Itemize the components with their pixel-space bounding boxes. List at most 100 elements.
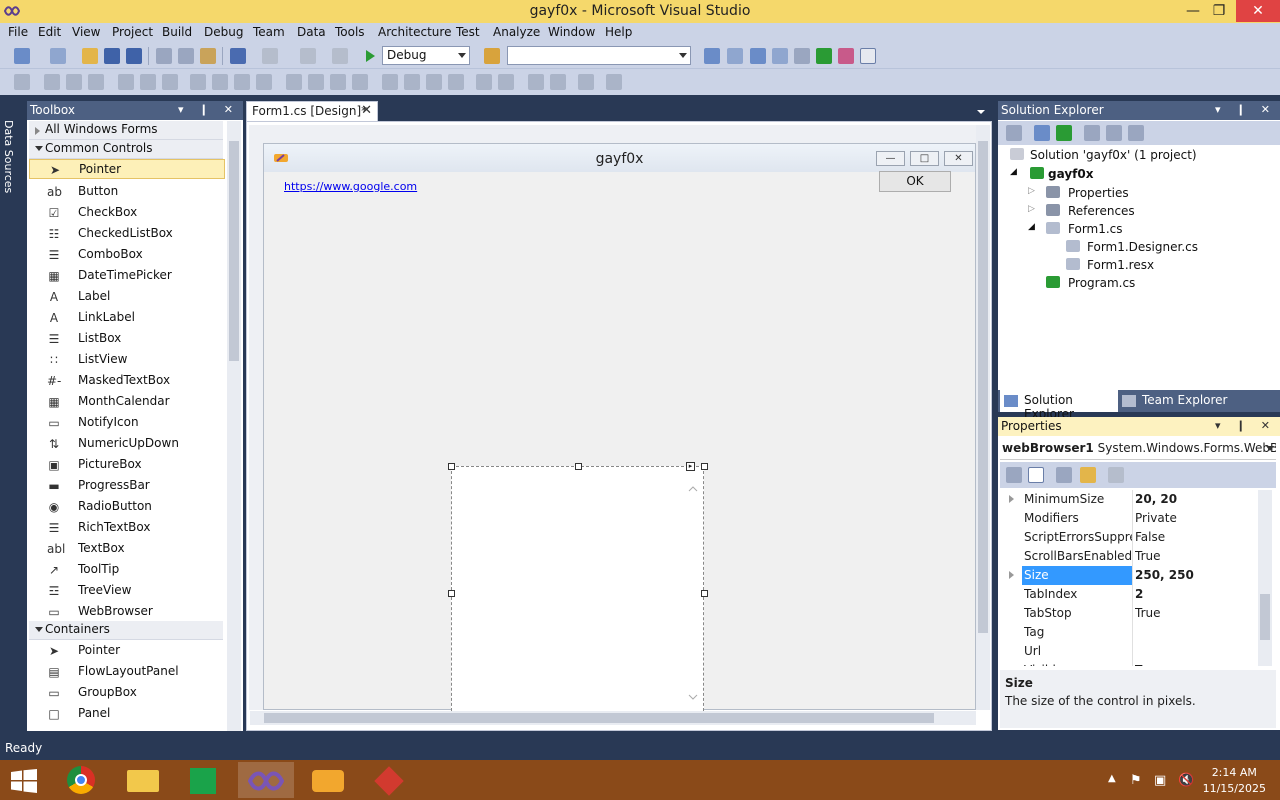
increase-horizontal-spacing-icon[interactable] (308, 74, 324, 90)
scrollbar-thumb[interactable] (264, 713, 934, 723)
object-browser-icon[interactable] (750, 48, 766, 64)
undo-icon[interactable] (230, 48, 246, 64)
property-pages-icon[interactable] (1108, 467, 1124, 483)
find-combo[interactable] (507, 46, 691, 65)
resize-handle[interactable] (575, 463, 582, 470)
align-to-grid-icon[interactable] (14, 74, 30, 90)
align-rights-icon[interactable] (88, 74, 104, 90)
property-row-scripterrorssuppressed[interactable]: ScriptErrorsSuppressedFalse (1000, 528, 1256, 547)
copy-icon[interactable] (178, 48, 194, 64)
alphabetical-icon[interactable] (1028, 467, 1044, 483)
property-value[interactable]: Private (1135, 511, 1255, 525)
menu-data[interactable]: Data (297, 25, 326, 39)
start-debugging-icon[interactable] (362, 48, 378, 64)
app-task[interactable] (362, 762, 418, 798)
vertical-spacing-icon[interactable] (382, 74, 398, 90)
toolbox-item-textbox[interactable]: abl TextBox (47, 539, 223, 559)
scrollbar-thumb[interactable] (978, 141, 988, 633)
refresh-icon[interactable] (1056, 125, 1072, 141)
expand-arrow-icon[interactable]: ▷ (1028, 204, 1035, 214)
project-node[interactable]: gayf0x (1048, 167, 1093, 181)
property-row-tabindex[interactable]: TabIndex 2 (1000, 585, 1256, 604)
toolbox-item-webbrowser[interactable]: ▭ WebBrowser (47, 602, 223, 622)
align-lefts-icon[interactable] (44, 74, 60, 90)
tab-overflow-chevron-icon[interactable] (976, 108, 986, 116)
toolbox-item-picturebox[interactable]: ▣ PictureBox (47, 455, 223, 475)
toolbox-item-pointer[interactable]: ➤ Pointer (29, 159, 225, 179)
toolbox-item-linklabel[interactable]: A LinkLabel (47, 308, 223, 328)
designer-horizontal-scrollbar[interactable] (250, 711, 976, 725)
solution-configuration-combo[interactable]: Debug (382, 46, 470, 65)
toolbox-item-treeview[interactable]: ☲ TreeView (47, 581, 223, 601)
toolbox-item-pointer[interactable]: ➤ Pointer (47, 641, 223, 661)
menu-test[interactable]: Test (456, 25, 480, 39)
windows-start-icon[interactable] (11, 769, 37, 793)
save-all-icon[interactable] (126, 48, 142, 64)
extension-manager-icon[interactable] (838, 48, 854, 64)
toolbox-item-checkbox[interactable]: ☑ CheckBox (47, 203, 223, 223)
property-value[interactable]: 2 (1135, 587, 1255, 601)
panel-header-buttons[interactable]: ▾ ❙ ✕ (1215, 103, 1276, 116)
categorized-icon[interactable] (1006, 467, 1022, 483)
designer-vertical-scrollbar[interactable] (976, 125, 990, 710)
object-selector[interactable]: webBrowser1 System.Windows.Forms.WebBro (1000, 438, 1276, 460)
tools-icon[interactable] (794, 48, 810, 64)
scrollbar-thumb[interactable] (229, 141, 239, 361)
tree-item-form1-designer[interactable]: Form1.Designer.cs (1087, 240, 1198, 254)
toolbox-item-datetimepicker[interactable]: ▦ DateTimePicker (47, 266, 223, 286)
expand-arrow-icon[interactable] (1009, 495, 1014, 503)
toolbox-item-numericupdown[interactable]: ⇅ NumericUpDown (47, 434, 223, 454)
chrome-task[interactable] (55, 762, 111, 798)
menu-project[interactable]: Project (112, 25, 153, 39)
file-explorer-task[interactable] (115, 762, 171, 798)
align-bottoms-icon[interactable] (162, 74, 178, 90)
make-same-height-icon[interactable] (212, 74, 228, 90)
toolbox-icon[interactable] (772, 48, 788, 64)
size-to-grid-icon[interactable] (256, 74, 272, 90)
property-row-tabstop[interactable]: TabStop True (1000, 604, 1256, 623)
collapse-arrow-icon[interactable]: ◢ (1028, 222, 1035, 232)
toolbox-group-all-windows-forms[interactable]: All Windows Forms (29, 121, 223, 140)
toolbox-item-combobox[interactable]: ☰ ComboBox (47, 245, 223, 265)
tab-solution-explorer[interactable]: Solution Explorer (1000, 390, 1118, 421)
remove-horizontal-spacing-icon[interactable] (352, 74, 368, 90)
property-value[interactable]: True (1135, 606, 1255, 620)
data-sources-strip[interactable]: Data Sources (0, 100, 19, 730)
data-sources-tab[interactable]: Data Sources (2, 120, 15, 193)
toolbox-item-radiobutton[interactable]: ◉ RadioButton (47, 497, 223, 517)
menu-architecture[interactable]: Architecture (378, 25, 451, 39)
property-row-modifiers[interactable]: Modifiers Private (1000, 509, 1256, 528)
properties-view-icon[interactable] (1056, 467, 1072, 483)
menu-debug[interactable]: Debug (204, 25, 243, 39)
align-tops-icon[interactable] (118, 74, 134, 90)
toolbox-group-containers[interactable]: Containers (29, 621, 223, 640)
volume-muted-icon[interactable]: 🔇 (1178, 773, 1194, 788)
toolbox-item-flowlayoutpanel[interactable]: ▤ FlowLayoutPanel (47, 662, 223, 682)
view-designer-icon[interactable] (1106, 125, 1122, 141)
find-in-files-icon[interactable] (484, 48, 500, 64)
form-preview-window[interactable]: gayf0x — □ ✕ OK https://www.google.com ▸ (263, 143, 976, 716)
tree-item-form1[interactable]: Form1.cs (1068, 222, 1123, 236)
resize-handle[interactable] (701, 463, 708, 470)
toolbox-item-listbox[interactable]: ☰ ListBox (47, 329, 223, 349)
webbrowser-control[interactable]: ▸ (448, 462, 708, 716)
horizontal-spacing-icon[interactable] (286, 74, 302, 90)
property-row-tag[interactable]: Tag (1000, 623, 1256, 642)
toolbox-scrollbar[interactable] (227, 121, 241, 731)
center-vertically-icon[interactable] (498, 74, 514, 90)
toolbox-item-notifyicon[interactable]: ▭ NotifyIcon (47, 413, 223, 433)
toolbox-item-panel[interactable]: □ Panel (47, 704, 223, 724)
decrease-vertical-spacing-icon[interactable] (426, 74, 442, 90)
tab-order-icon[interactable] (578, 74, 594, 90)
resize-handle[interactable] (448, 590, 455, 597)
start-page-icon[interactable] (816, 48, 832, 64)
bring-to-front-icon[interactable] (528, 74, 544, 90)
paste-icon[interactable] (200, 48, 216, 64)
align-centers-icon[interactable] (66, 74, 82, 90)
taskbar-clock[interactable]: 2:14 AM 11/15/2025 (1203, 765, 1266, 797)
make-same-width-icon[interactable] (190, 74, 206, 90)
property-row-size[interactable]: Size 250, 250 (1000, 566, 1256, 585)
property-value[interactable]: True (1135, 549, 1255, 563)
menu-build[interactable]: Build (162, 25, 192, 39)
toolbox-item-tooltip[interactable]: ↗ ToolTip (47, 560, 223, 580)
